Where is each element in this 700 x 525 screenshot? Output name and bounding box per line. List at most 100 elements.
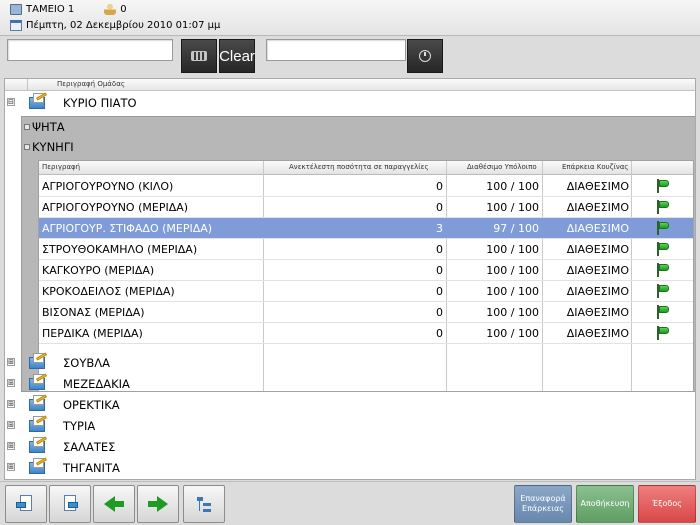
expand-icon[interactable]	[24, 124, 30, 130]
header-row-bottom: Πέμπτη, 02 Δεκεμβρίου 2010 01:07 μμ	[10, 20, 220, 31]
supply-status: ΔΙΑΘΕΣΙΜΟ	[566, 327, 629, 340]
group-edit-icon	[27, 92, 49, 110]
col-pending-qty[interactable]: Ανεκτέλεστη ποσότητα σε παραγγελίες	[289, 163, 429, 171]
group-row[interactable]: ⊞ ΤΗΓΑΝΙΤΑ	[5, 457, 695, 478]
search-toolbar: Clear	[0, 37, 700, 77]
arrow-left-icon	[104, 496, 115, 512]
secondary-input[interactable]	[266, 39, 406, 61]
exit-button[interactable]: Έξοδος	[638, 485, 696, 523]
col-description[interactable]: Περιγραφή	[42, 163, 80, 171]
group-label: ΟΡΕΚΤΙΚΑ	[63, 397, 120, 412]
group-row[interactable]: ⊞ ΣΑΛΑΤΕΣ	[5, 436, 695, 457]
group-label: ΚΥΡΙΟ ΠΙΑΤΟ	[63, 95, 137, 110]
clock-button[interactable]	[407, 39, 443, 73]
keyboard-icon	[191, 51, 207, 61]
document-import-icon	[16, 494, 36, 514]
expand-icon[interactable]: ⊞	[7, 379, 15, 387]
available-balance: 100 / 100	[486, 201, 539, 214]
pending-qty: 0	[436, 327, 443, 340]
item-description: ΑΓΡΙΟΓΟΥΡΟΥΝΟ (ΜΕΡΙΔΑ)	[42, 201, 189, 214]
pending-qty: 0	[436, 243, 443, 256]
group-row-main-dish[interactable]: ⊟ ΚΥΡΙΟ ΠΙΑΤΟ	[5, 92, 695, 113]
previous-button[interactable]	[93, 485, 135, 523]
group-label: ΤΥΡΙΑ	[63, 418, 96, 433]
available-balance: 100 / 100	[486, 285, 539, 298]
subgroup-row-grill[interactable]: ΨΗΤΑ	[22, 117, 695, 137]
pending-qty: 0	[436, 264, 443, 277]
table-row[interactable]: ΑΓΡΙΟΓΟΥΡΟΥΝΟ (ΜΕΡΙΔΑ) 0 100 / 100 ΔΙΑΘΕΣΙΜ…	[39, 197, 693, 218]
collapse-icon[interactable]	[24, 144, 30, 150]
pending-qty: 0	[436, 201, 443, 214]
tree-icon	[195, 495, 213, 513]
table-row[interactable]: ΠΕΡΔΙΚΑ (ΜΕΡΙΔΑ) 0 100 / 100 ΔΙΑΘΕΣΙΜΟ	[39, 323, 693, 344]
available-balance: 97 / 100	[493, 222, 539, 235]
expand-icon[interactable]: ⊞	[7, 358, 15, 366]
tree-view-button[interactable]	[183, 485, 225, 523]
save-button[interactable]: Αποθήκευση	[576, 485, 634, 523]
group-row[interactable]: ⊞ ΣΟΥΒΛΑ	[5, 352, 695, 373]
item-description: ΚΑΓΚΟΥΡΟ (ΜΕΡΙΔΑ)	[42, 264, 155, 277]
expand-icon[interactable]: ⊞	[7, 463, 15, 471]
subgroup-label: ΚΥΝΗΓΙ	[32, 140, 74, 154]
monitor-icon	[10, 3, 22, 15]
group-column-header: Περιγραφή Ομάδας	[5, 79, 695, 91]
clear-button[interactable]: Clear	[219, 39, 255, 73]
next-button[interactable]	[137, 485, 179, 523]
item-description: ΣΤΡΟΥΘΟΚΑΜΗΛΟ (ΜΕΡΙΔΑ)	[42, 243, 198, 256]
collapse-icon[interactable]: ⊟	[7, 98, 15, 106]
expand-icon[interactable]: ⊞	[7, 400, 15, 408]
supply-status: ΔΙΑΘΕΣΙΜΟ	[566, 285, 629, 298]
group-edit-icon	[27, 373, 49, 391]
supply-status: ΔΙΑΘΕΣΙΜΟ	[566, 264, 629, 277]
table-row[interactable]: ΒΙΣΟΝΑΣ (ΜΕΡΙΔΑ) 0 100 / 100 ΔΙΑΘΕΣΙΜΟ	[39, 302, 693, 323]
table-row[interactable]: ΚΑΓΚΟΥΡΟ (ΜΕΡΙΔΑ) 0 100 / 100 ΔΙΑΘΕΣΙΜΟ	[39, 260, 693, 281]
group-row[interactable]: ⊞ ΟΡΕΚΤΙΚΑ	[5, 394, 695, 415]
restore-supply-button[interactable]: Επαναφορά Επάρκειας	[514, 485, 572, 523]
pending-qty: 0	[436, 285, 443, 298]
pending-qty: 0	[436, 306, 443, 319]
user-count: 0	[120, 3, 127, 15]
table-row[interactable]: ΣΤΡΟΥΘΟΚΑΜΗΛΟ (ΜΕΡΙΔΑ) 0 100 / 100 ΔΙΑΘΕΣΙΜ…	[39, 239, 693, 260]
col-kitchen-supply[interactable]: Επάρκεια Κουζίνας	[562, 163, 629, 171]
group-edit-icon	[27, 436, 49, 454]
col-available[interactable]: Διαθέσιμο Υπόλοιπο	[467, 163, 537, 171]
available-balance: 100 / 100	[486, 264, 539, 277]
available-balance: 100 / 100	[486, 243, 539, 256]
pending-qty: 0	[436, 180, 443, 193]
status-header: ΤΑΜΕΙΟ 1 0 Πέμπτη, 02 Δεκεμβρίου 2010 01…	[0, 0, 700, 36]
export-button[interactable]	[49, 485, 91, 523]
user-icon	[104, 3, 117, 15]
available-balance: 100 / 100	[486, 180, 539, 193]
group-grid: Περιγραφή Ομάδας ⊟ ΚΥΡΙΟ ΠΙΑΤΟ ΨΗΤΑ ΚΥΝΗ…	[4, 78, 696, 480]
group-description-header: Περιγραφή Ομάδας	[57, 80, 125, 88]
subgroup-label: ΨΗΤΑ	[32, 120, 65, 134]
supply-status: ΔΙΑΘΕΣΙΜΟ	[566, 222, 629, 235]
subgroup-row-game[interactable]: ΚΥΝΗΓΙ	[22, 137, 695, 157]
expand-icon[interactable]: ⊞	[7, 442, 15, 450]
item-description: ΠΕΡΔΙΚΑ (ΜΕΡΙΔΑ)	[42, 327, 143, 340]
table-row[interactable]: ΚΡΟΚΟΔΕΙΛΟΣ (ΜΕΡΙΔΑ) 0 100 / 100 ΔΙΑΘΕΣΙΜΟ	[39, 281, 693, 302]
clock-icon	[419, 50, 431, 62]
group-edit-icon	[27, 352, 49, 370]
supply-status: ΔΙΑΘΕΣΙΜΟ	[566, 180, 629, 193]
keyboard-button[interactable]	[181, 39, 217, 73]
pending-qty: 3	[436, 222, 443, 235]
group-row[interactable]: ⊞ ΜΕΖΕΔΑΚΙΑ	[5, 373, 695, 394]
table-header: Περιγραφή Ανεκτέλεστη ποσότητα σε παραγγ…	[39, 161, 693, 175]
supply-status: ΔΙΑΘΕΣΙΜΟ	[566, 201, 629, 214]
arrow-right-icon	[157, 496, 168, 512]
group-row[interactable]: ⊞ ΤΥΡΙΑ	[5, 415, 695, 436]
table-row[interactable]: ΑΓΡΙΟΓΟΥΡΟΥΝΟ (ΚΙΛΟ) 0 100 / 100 ΔΙΑΘΕΣΙΜΟ	[39, 176, 693, 197]
datetime-label: Πέμπτη, 02 Δεκεμβρίου 2010 01:07 μμ	[26, 20, 221, 31]
search-input[interactable]	[7, 39, 173, 61]
item-description: ΑΓΡΙΟΓΟΥΡΟΥΝΟ (ΚΙΛΟ)	[42, 180, 174, 193]
expand-icon[interactable]: ⊞	[7, 421, 15, 429]
document-export-icon	[60, 494, 80, 514]
group-label: ΣΑΛΑΤΕΣ	[63, 439, 116, 454]
item-description: ΒΙΣΟΝΑΣ (ΜΕΡΙΔΑ)	[42, 306, 145, 319]
available-balance: 100 / 100	[486, 327, 539, 340]
available-balance: 100 / 100	[486, 306, 539, 319]
import-button[interactable]	[5, 485, 47, 523]
item-description: ΚΡΟΚΟΔΕΙΛΟΣ (ΜΕΡΙΔΑ)	[42, 285, 175, 298]
table-row[interactable]: ΑΓΡΙΟΓΟΥΡ. ΣΤΙΦΑΔΟ (ΜΕΡΙΔΑ) 3 97 / 100 ΔΙΑΘ…	[39, 218, 693, 239]
